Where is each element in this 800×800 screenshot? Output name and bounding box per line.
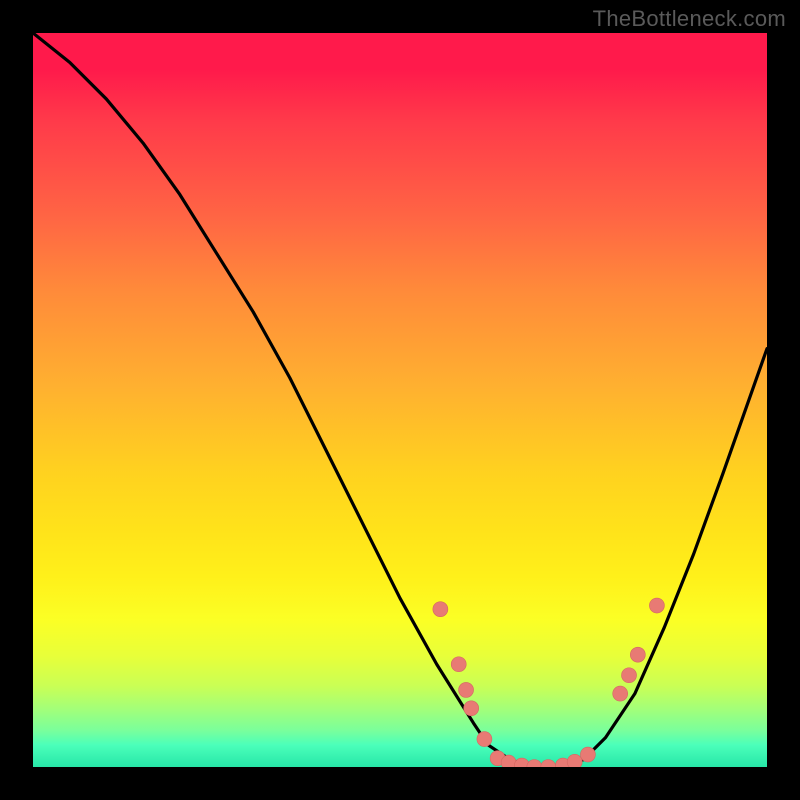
data-points: [433, 598, 665, 767]
data-point: [433, 602, 448, 617]
data-point: [464, 701, 479, 716]
chart-stage: TheBottleneck.com: [0, 0, 800, 800]
data-point: [541, 760, 556, 768]
watermark-text: TheBottleneck.com: [593, 6, 786, 32]
data-point: [451, 657, 466, 672]
data-point: [613, 686, 628, 701]
data-point: [459, 682, 474, 697]
curve-layer: [33, 33, 767, 767]
data-point: [630, 647, 645, 662]
data-point: [622, 668, 637, 683]
data-point: [649, 598, 664, 613]
data-point: [527, 760, 542, 768]
plot-area: [33, 33, 767, 767]
data-point: [580, 747, 595, 762]
data-point: [567, 754, 582, 767]
data-point: [477, 732, 492, 747]
data-point: [501, 755, 516, 767]
bottleneck-curve: [33, 33, 767, 767]
